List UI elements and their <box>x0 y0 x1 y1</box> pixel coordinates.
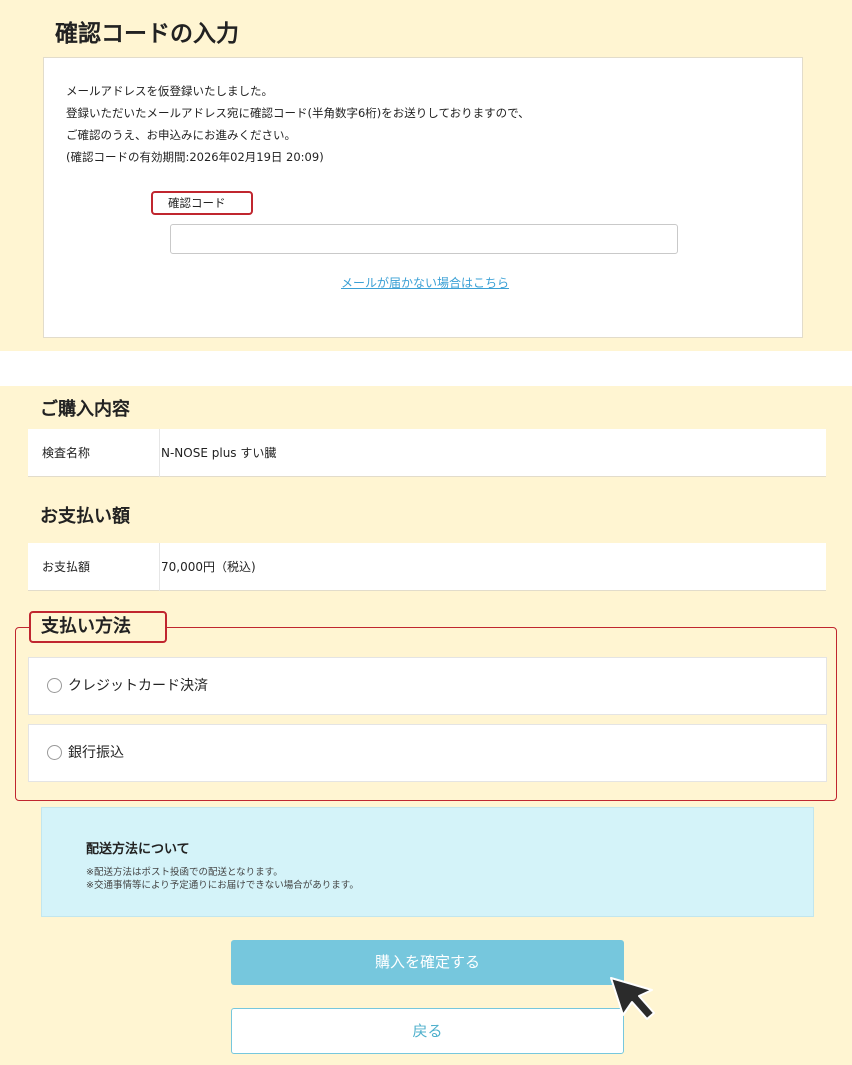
mouse-cursor-icon <box>610 977 655 1020</box>
message-line: (確認コードの有効期間:2026年02月19日 20:09) <box>66 150 324 164</box>
payment-method-title: 支払い方法 <box>29 611 167 643</box>
payment-amount-title: お支払い額 <box>40 506 130 527</box>
page-title: 確認コードの入力 <box>55 21 239 47</box>
message-line: ご確認のうえ、お申込みにお進みください。 <box>66 128 296 142</box>
payment-amount-row: お支払額 70,000円（税込) <box>28 543 826 591</box>
radio-icon[interactable] <box>47 745 62 760</box>
shipping-note: ※配送方法はポスト投函での配送となります。 <box>86 867 283 878</box>
payment-option-label: 銀行振込 <box>68 745 124 761</box>
shipping-title: 配送方法について <box>86 842 190 857</box>
verification-panel: メールアドレスを仮登録いたしました。 登録いただいたメールアドレス宛に確認コード… <box>43 57 803 338</box>
mail-not-received-link[interactable]: メールが届かない場合はこちら <box>341 274 509 291</box>
payment-option-label: クレジットカード決済 <box>68 678 208 694</box>
purchase-section-title: ご購入内容 <box>40 399 130 420</box>
verification-code-input[interactable] <box>170 224 678 254</box>
verification-message: メールアドレスを仮登録いたしました。 登録いただいたメールアドレス宛に確認コード… <box>66 80 530 168</box>
purchase-row: 検査名称 N-NOSE plus すい臓 <box>28 429 826 477</box>
confirm-purchase-button[interactable]: 購入を確定する <box>231 940 624 985</box>
test-name-label: 検査名称 <box>28 429 160 477</box>
shipping-notes: ※配送方法はポスト投函での配送となります。 ※交通事情等により予定通りにお届けで… <box>86 866 359 892</box>
test-name-value: N-NOSE plus すい臓 <box>161 446 277 460</box>
payment-option-bank-transfer[interactable]: 銀行振込 <box>28 724 827 782</box>
shipping-info-box: 配送方法について ※配送方法はポスト投函での配送となります。 ※交通事情等により… <box>41 807 814 917</box>
shipping-note: ※交通事情等により予定通りにお届けできない場合があります。 <box>86 880 359 891</box>
verification-code-label: 確認コード <box>151 191 253 215</box>
payment-amount-value: 70,000円（税込) <box>161 560 256 574</box>
payment-option-credit-card[interactable]: クレジットカード決済 <box>28 657 827 715</box>
radio-icon[interactable] <box>47 678 62 693</box>
payment-amount-label: お支払額 <box>28 543 160 591</box>
message-line: 登録いただいたメールアドレス宛に確認コード(半角数字6桁)をお送りしておりますの… <box>66 106 530 120</box>
message-line: メールアドレスを仮登録いたしました。 <box>66 84 273 98</box>
back-button[interactable]: 戻る <box>231 1008 624 1054</box>
